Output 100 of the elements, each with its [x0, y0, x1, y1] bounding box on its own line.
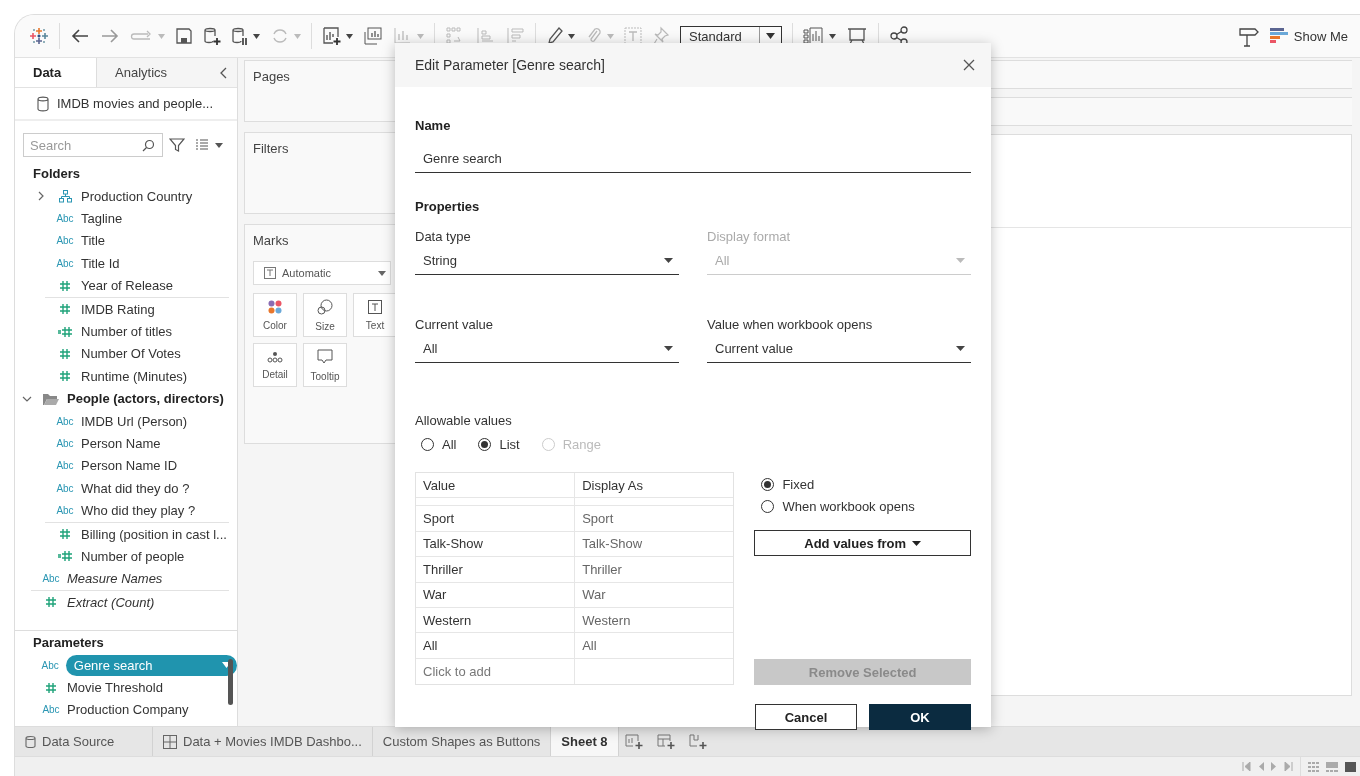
field-name[interactable]: Person Name [81, 436, 161, 451]
film-strip-icon[interactable] [1326, 761, 1338, 772]
caret-icon[interactable] [346, 33, 353, 39]
show-me-button[interactable]: Show Me [1269, 28, 1348, 44]
calculated-hash-icon [57, 325, 73, 338]
single-view-icon[interactable] [1345, 761, 1356, 772]
presentation-icon[interactable] [846, 26, 868, 46]
pane-tab[interactable]: Data [15, 58, 97, 87]
share-icon[interactable] [889, 26, 909, 46]
field-name[interactable]: What did they do ? [81, 480, 190, 496]
table-cell[interactable]: Talk-Show [575, 531, 734, 557]
pause-data-source-icon[interactable] [231, 26, 249, 46]
field-name[interactable]: Measure Names [67, 571, 163, 587]
column-header: Display As [581, 476, 644, 495]
marks-card-button[interactable]: Color [253, 293, 297, 337]
database-icon [37, 95, 49, 112]
new-story-icon[interactable] [688, 733, 709, 750]
radio-option[interactable]: When workbook opens [754, 496, 971, 516]
field-name[interactable]: IMDB Rating [81, 301, 155, 317]
field-name[interactable]: Year of Release [81, 278, 174, 294]
field-name[interactable]: Production Country [81, 188, 193, 204]
marks-card-button[interactable]: Text [353, 293, 397, 337]
ok-button[interactable]: OK [869, 704, 971, 730]
field-name[interactable]: Extract (Count) [67, 594, 155, 610]
first-page-icon[interactable] [1242, 762, 1251, 771]
last-page-icon[interactable] [1284, 762, 1293, 771]
name-input[interactable]: Genre search [415, 145, 971, 173]
new-chart-icon[interactable] [322, 26, 342, 46]
field-name[interactable]: Person Name ID [81, 458, 178, 474]
previous-page-icon[interactable] [1258, 762, 1264, 771]
dropdown-field[interactable]: All [415, 336, 679, 363]
next-page-icon[interactable] [1271, 762, 1277, 771]
add-values-button[interactable]: Add values from [754, 530, 971, 556]
add-value-cell[interactable]: Click to add [416, 658, 576, 685]
new-worksheet-icon[interactable] [624, 733, 645, 750]
table-cell[interactable]: Talk-Show [416, 531, 576, 557]
sheet-tab[interactable]: Sheet 8 [551, 727, 619, 756]
marks-card-button[interactable]: Size [303, 293, 347, 337]
table-cell[interactable]: Sport [416, 506, 576, 531]
field-name[interactable]: Number of people [81, 548, 185, 564]
field-name[interactable]: Number Of Votes [81, 346, 181, 362]
save-icon[interactable] [175, 27, 193, 45]
logo-icon[interactable] [29, 26, 49, 46]
field-name[interactable]: Runtime (Minutes) [81, 368, 188, 384]
search-field[interactable]: Search [23, 133, 163, 157]
hash-icon [59, 279, 71, 292]
field-name[interactable]: Who did they play ? [81, 503, 196, 519]
mark-type-dropdown[interactable]: Automatic [253, 261, 391, 285]
field-name[interactable]: IMDB Url (Person) [81, 413, 188, 429]
close-icon[interactable] [963, 59, 975, 71]
data-source-name[interactable]: IMDB movies and people... [57, 96, 214, 111]
parameter-pill[interactable]: Genre search [65, 654, 237, 676]
field-name[interactable]: Billing (position in cast l... [81, 526, 227, 542]
new-dashboard-icon[interactable] [656, 733, 677, 750]
table-cell[interactable]: Western [575, 607, 734, 633]
field-name[interactable]: Title [81, 233, 106, 249]
filter-icon[interactable] [169, 137, 185, 153]
radio-option[interactable]: All [421, 437, 457, 452]
marks-card-button[interactable]: Detail [253, 343, 297, 387]
chevron-icon[interactable] [37, 191, 45, 202]
table-cell[interactable]: Thriller [416, 557, 576, 582]
dropdown-field[interactable]: Current value [707, 336, 971, 363]
back-arrow-icon[interactable] [70, 27, 90, 45]
table-cell[interactable]: War [416, 582, 576, 607]
cards-icon[interactable] [803, 26, 825, 46]
table-cell[interactable]: Western [416, 607, 576, 633]
dropdown-field[interactable]: String [415, 248, 679, 275]
text-icon [368, 299, 382, 314]
chevron-icon[interactable] [22, 394, 32, 403]
field-label: Value when workbook opens [707, 317, 874, 332]
caret-icon[interactable] [215, 142, 223, 148]
caret-icon[interactable] [253, 33, 260, 39]
list-view-icon[interactable] [195, 139, 209, 151]
table-cell[interactable]: All [416, 633, 576, 658]
signpost-icon[interactable] [1237, 25, 1260, 47]
hash-icon [59, 528, 71, 541]
forward-arrow-icon[interactable] [100, 27, 120, 45]
caret-icon[interactable] [829, 33, 836, 39]
table-cell[interactable]: All [575, 633, 734, 658]
table-cell[interactable]: Sport [575, 506, 734, 531]
pen-icon[interactable] [546, 26, 564, 46]
duplicate-chart-icon[interactable] [363, 26, 383, 46]
marks-card-button[interactable]: Tooltip [303, 343, 347, 387]
table-cell[interactable]: Thriller [575, 557, 734, 582]
caret-icon[interactable] [568, 33, 575, 39]
field-name[interactable]: Title Id [81, 255, 120, 271]
field-name[interactable]: Tagline [81, 211, 123, 227]
field-label: Current value [415, 317, 495, 332]
parameter-name[interactable]: Movie Threshold [67, 680, 163, 696]
add-data-source-icon[interactable] [203, 26, 221, 46]
radio-option[interactable]: List [478, 437, 520, 452]
collapse-chevron-icon[interactable] [219, 66, 227, 79]
cancel-button[interactable]: Cancel [755, 704, 857, 730]
parameter-name[interactable]: Production Company [67, 702, 189, 718]
field-name[interactable]: Number of titles [81, 324, 173, 340]
grid-view-icon[interactable] [1308, 761, 1319, 772]
table-cell[interactable]: War [575, 582, 734, 607]
folder-name[interactable]: People (actors, directors) [67, 391, 224, 407]
grid-icon [163, 734, 177, 749]
radio-option[interactable]: Fixed [754, 474, 971, 494]
